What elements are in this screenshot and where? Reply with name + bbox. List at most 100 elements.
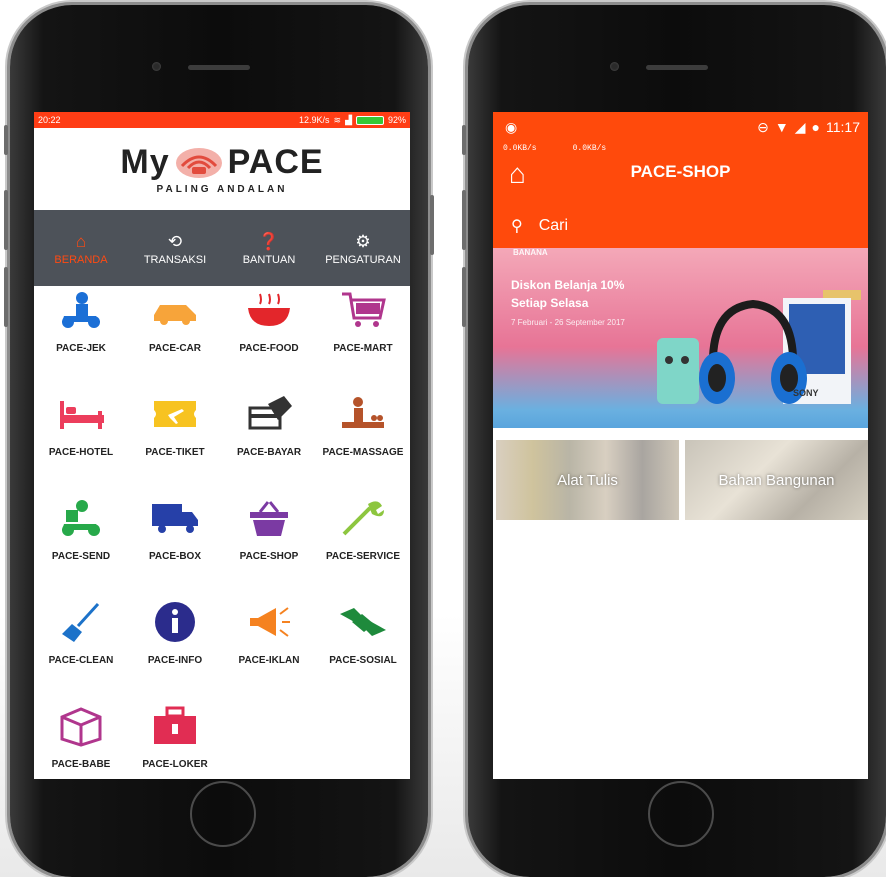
truck-icon xyxy=(150,495,200,541)
status-bar: ◉ ⊖ ▼ ◢ ● 11:17 xyxy=(493,112,868,142)
service-grid: PACE-JEK PACE-CAR PACE-FOOD PACE-MART PA… xyxy=(34,260,410,779)
network-speed: 12.9K/s xyxy=(298,115,330,125)
earpiece-speaker xyxy=(188,65,250,70)
service-label: PACE-SERVICE xyxy=(325,551,401,562)
screen-left: 20:22 12.9K/s ≋ ▟ 92% My PACE PALING AND… xyxy=(34,112,410,779)
service-pace-send[interactable]: PACE-SEND xyxy=(34,468,128,572)
service-pace-bayar[interactable]: PACE-BAYAR xyxy=(222,364,316,468)
service-pace-loker[interactable]: PACE-LOKER xyxy=(128,676,222,779)
status-bar: 20:22 12.9K/s ≋ ▟ 92% xyxy=(34,112,410,128)
service-pace-sosial[interactable]: PACE-SOSIAL xyxy=(316,572,410,676)
delivery-scooter-icon xyxy=(56,495,106,541)
history-icon: ⟲ xyxy=(167,232,183,251)
service-label: PACE-SHOP xyxy=(239,551,299,562)
service-label: PACE-SOSIAL xyxy=(329,655,397,666)
service-pace-shop[interactable]: PACE-SHOP xyxy=(222,468,316,572)
logo-text-my: My xyxy=(120,143,170,181)
volume-down-key xyxy=(462,267,466,327)
status-time: 11:17 xyxy=(826,119,860,135)
battery-percent: 92% xyxy=(387,115,406,125)
volume-up-key xyxy=(462,190,466,250)
battery-icon xyxy=(355,115,384,125)
search-placeholder: Cari xyxy=(538,217,569,234)
signal-icon: ▟ xyxy=(345,114,352,125)
search-bar[interactable]: ⚲ Cari xyxy=(511,216,568,236)
category-list: Alat Tulis Bahan Bangunan xyxy=(493,428,868,520)
page-title: PACE-SHOP xyxy=(630,162,731,181)
category-bahan-bangunan[interactable]: Bahan Bangunan xyxy=(685,440,868,520)
wifi-icon: ▼ xyxy=(774,119,789,135)
logo-text-pace: PACE xyxy=(227,143,324,181)
battery-icon: ● xyxy=(811,119,820,135)
service-pace-box[interactable]: PACE-BOX xyxy=(128,468,222,572)
service-label: PACE-BOX xyxy=(148,551,202,562)
service-pace-car[interactable]: PACE-CAR xyxy=(128,260,222,364)
speed-down: 0.0KB/s xyxy=(503,144,537,153)
service-label: PACE-MART xyxy=(333,343,393,354)
scooter-rider-icon xyxy=(56,287,106,333)
service-label: PACE-MASSAGE xyxy=(322,447,404,458)
service-pace-mart[interactable]: PACE-MART xyxy=(316,260,410,364)
service-pace-info[interactable]: PACE-INFO xyxy=(128,572,222,676)
status-right: ⊖ ▼ ◢ ● 11:17 xyxy=(757,119,860,136)
service-label: PACE-LOKER xyxy=(142,759,208,770)
screen-right: ◉ ⊖ ▼ ◢ ● 11:17 0.0KB/s 0.0KB/s ⌂ PACE-S… xyxy=(493,112,868,779)
broom-icon xyxy=(56,599,106,645)
card-payment-icon xyxy=(244,391,294,437)
phone-right: ◉ ⊖ ▼ ◢ ● 11:17 0.0KB/s 0.0KB/s ⌂ PACE-S… xyxy=(462,5,886,877)
service-pace-babe[interactable]: PACE-BABE xyxy=(34,676,128,779)
service-label: PACE-SEND xyxy=(51,551,111,562)
megaphone-icon xyxy=(244,599,294,645)
service-pace-hotel[interactable]: PACE-HOTEL xyxy=(34,364,128,468)
banner-subheadline: Setiap Selasa xyxy=(511,296,589,310)
service-label: PACE-TIKET xyxy=(145,447,205,458)
food-bowl-icon xyxy=(244,287,294,333)
service-pace-service[interactable]: PACE-SERVICE xyxy=(316,468,410,572)
wifi-icon: ≋ xyxy=(333,114,342,125)
volume-down-key xyxy=(4,267,8,327)
wrench-icon xyxy=(338,495,388,541)
speed-up: 0.0KB/s xyxy=(572,144,607,153)
power-key xyxy=(430,195,434,255)
service-pace-food[interactable]: PACE-FOOD xyxy=(222,260,316,364)
volume-up-key xyxy=(4,190,8,250)
category-alat-tulis[interactable]: Alat Tulis xyxy=(496,440,679,520)
gear-icon: ⚙ xyxy=(355,232,371,251)
home-button[interactable] xyxy=(190,781,256,847)
mute-switch xyxy=(4,125,8,155)
service-pace-jek[interactable]: PACE-JEK xyxy=(34,260,128,364)
signal-icon: ◢ xyxy=(794,118,806,135)
logo-tagline: PALING ANDALAN xyxy=(156,184,288,195)
service-label: PACE-IKLAN xyxy=(238,655,300,666)
home-button[interactable] xyxy=(648,781,714,847)
service-pace-iklan[interactable]: PACE-IKLAN xyxy=(222,572,316,676)
status-time: 20:22 xyxy=(38,115,61,125)
plane-ticket-icon xyxy=(150,391,200,437)
service-label: PACE-BABE xyxy=(51,759,111,770)
category-label: Bahan Bangunan xyxy=(718,471,835,489)
network-speeds: 0.0KB/s 0.0KB/s xyxy=(503,144,606,153)
service-label: PACE-JEK xyxy=(56,343,106,354)
promo-banner[interactable]: BANANA Diskon Belanja 10% Setiap Selasa … xyxy=(493,248,868,428)
shop-header: ◉ ⊖ ▼ ◢ ● 11:17 0.0KB/s 0.0KB/s ⌂ PACE-S… xyxy=(493,112,868,248)
briefcase-icon xyxy=(150,703,200,749)
front-camera xyxy=(610,62,619,71)
service-pace-tiket[interactable]: PACE-TIKET xyxy=(128,364,222,468)
notification-icon: ◉ xyxy=(505,118,518,135)
car-icon xyxy=(150,287,200,333)
front-camera xyxy=(152,62,161,71)
service-label: PACE-HOTEL xyxy=(48,447,114,458)
service-label: PACE-BAYAR xyxy=(236,447,302,458)
banner-product-label: SONY xyxy=(793,388,819,398)
service-label: PACE-CLEAN xyxy=(48,655,114,666)
banner-brand: BANANA xyxy=(513,248,548,257)
service-pace-clean[interactable]: PACE-CLEAN xyxy=(34,572,128,676)
handshake-icon xyxy=(338,599,388,645)
service-label: PACE-FOOD xyxy=(239,343,299,354)
search-icon: ⚲ xyxy=(511,218,523,235)
box-icon xyxy=(56,703,106,749)
service-pace-massage[interactable]: PACE-MASSAGE xyxy=(316,364,410,468)
massage-icon xyxy=(338,391,388,437)
basket-icon xyxy=(244,495,294,541)
status-right: 12.9K/s ≋ ▟ 92% xyxy=(299,115,406,126)
